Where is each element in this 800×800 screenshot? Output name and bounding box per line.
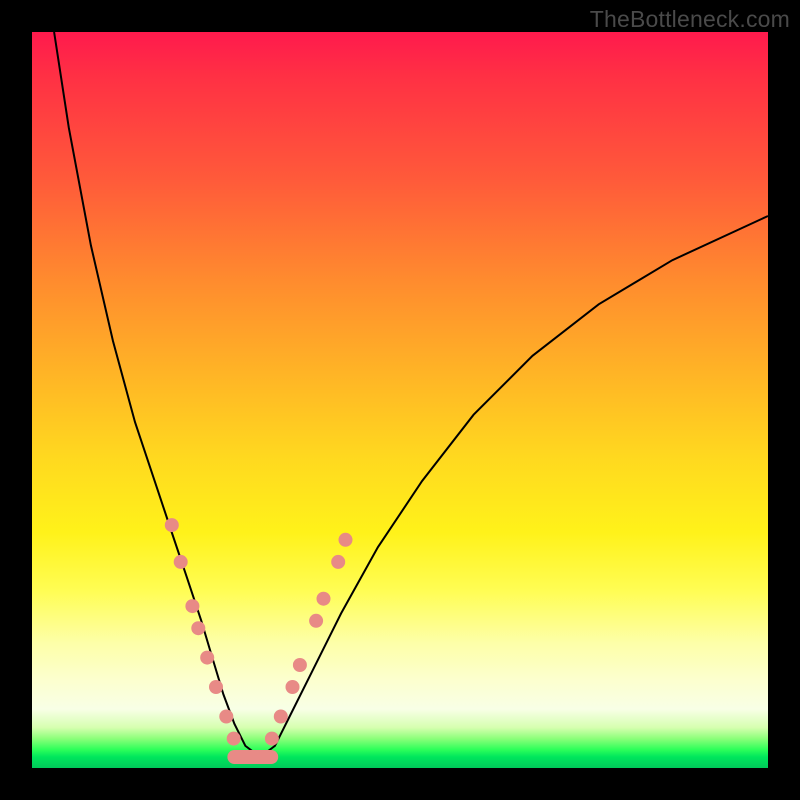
chart-frame: TheBottleneck.com [0, 0, 800, 800]
highlight-dot [331, 555, 345, 569]
highlight-dot [200, 651, 214, 665]
highlight-dots-right [265, 533, 353, 746]
bottleneck-curve [54, 32, 768, 757]
highlight-dot [209, 680, 223, 694]
highlight-dot [309, 614, 323, 628]
highlight-dot [185, 599, 199, 613]
highlight-dot [274, 710, 288, 724]
highlight-dot [174, 555, 188, 569]
highlight-dot [317, 592, 331, 606]
chart-svg [32, 32, 768, 768]
highlight-dot [219, 710, 233, 724]
highlight-dot [293, 658, 307, 672]
highlight-dot [191, 621, 205, 635]
watermark-text: TheBottleneck.com [590, 6, 790, 33]
highlight-dots-left [165, 518, 241, 746]
highlight-dot [339, 533, 353, 547]
highlight-dot [227, 732, 241, 746]
highlight-dot [286, 680, 300, 694]
highlight-dot [265, 732, 279, 746]
chart-plot-area [32, 32, 768, 768]
highlight-dot [165, 518, 179, 532]
